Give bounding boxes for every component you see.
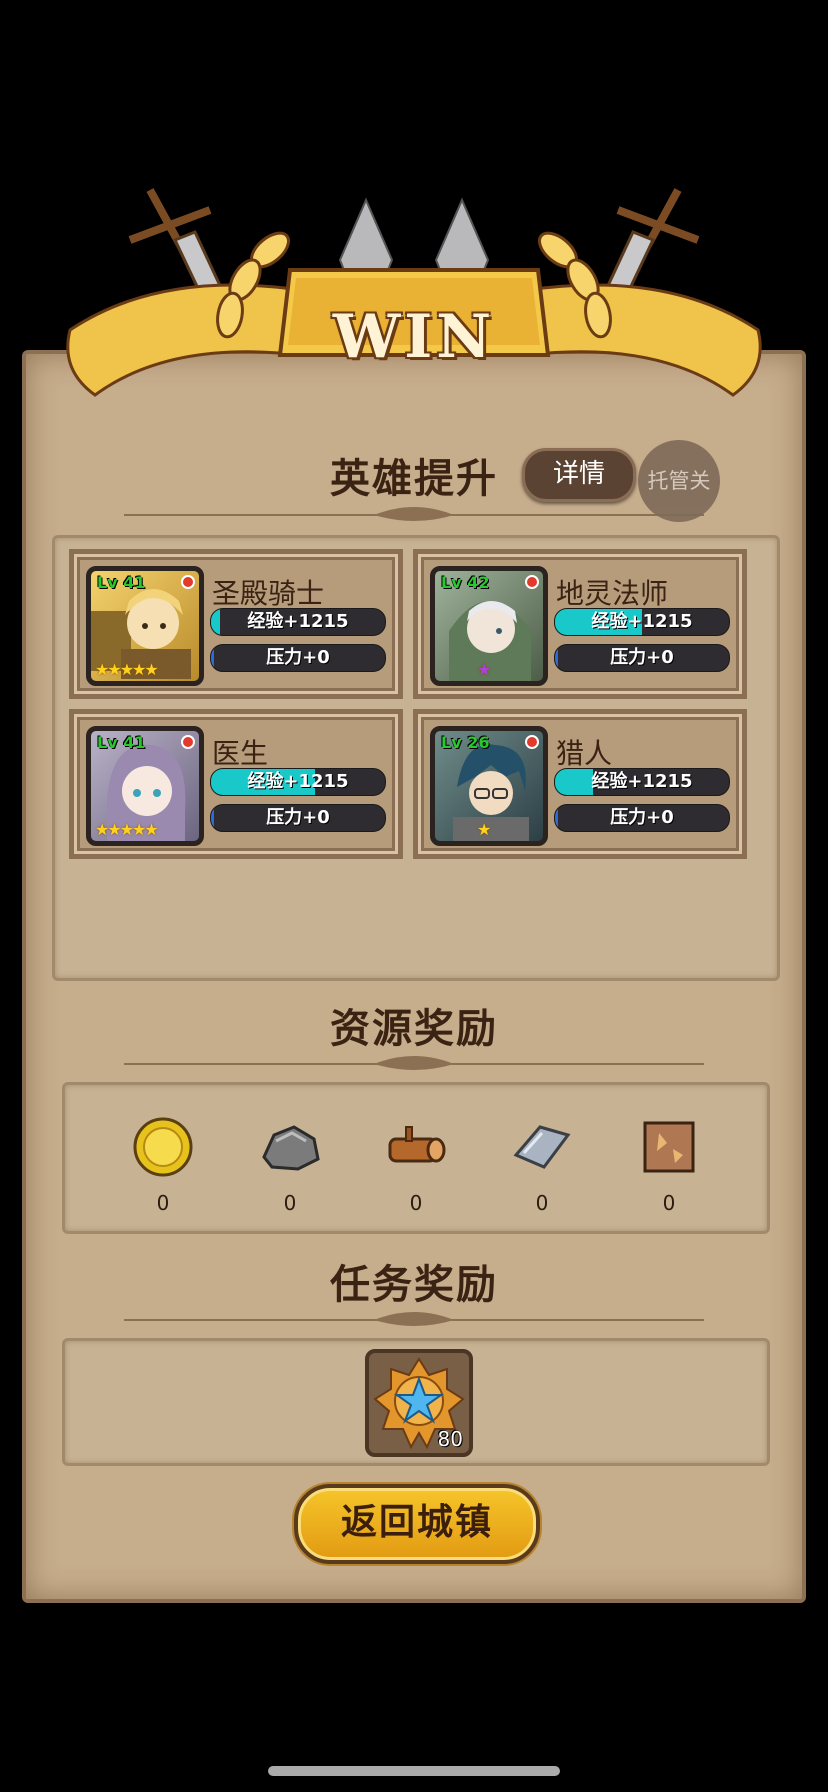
exp-text: 经验+1215 [591,771,693,792]
detail-button[interactable]: 详情 [522,448,636,502]
stress-bar: 压力+0 [554,644,730,672]
hero-stars: ★ [477,820,491,839]
notification-dot [181,735,195,749]
section-divider [124,1056,704,1070]
hero-portrait: Lv 41 ★★★★★ [86,726,204,846]
hero-level: Lv 41 [97,733,146,752]
resource-value: 0 [156,1191,170,1215]
hero-stars: ★★★★★ [95,820,159,839]
stress-text: 压力+0 [266,647,330,668]
section-divider [124,507,704,521]
exp-bar: 经验+1215 [554,768,730,796]
stress-text: 压力+0 [610,807,674,828]
resource-value: 0 [535,1191,549,1215]
stress-text: 压力+0 [266,807,330,828]
hero-stars: ★ [477,660,491,679]
hero-stars: ★★★★★ [95,660,159,679]
hero-name: 医生 [212,737,269,770]
task-reward-item[interactable]: 80 [365,1349,473,1457]
hero-level: Lv 41 [97,573,146,592]
iron-ingot-icon [513,1125,571,1169]
resource-item: 0 [123,1115,203,1215]
wood-log-icon [388,1126,446,1163]
hero-portrait: Lv 41 ★★★★★ [86,566,204,686]
hero-portrait: Lv 26 ★ [430,726,548,846]
task-reward-list: 80 [62,1338,770,1466]
notification-dot [181,575,195,589]
resource-item: 0 [629,1115,709,1215]
resource-value: 0 [283,1191,297,1215]
auto-battle-button[interactable]: 托管关 [638,440,720,522]
notification-dot [525,735,539,749]
resource-item: 0 [376,1115,456,1215]
resource-value: 0 [662,1191,676,1215]
hero-portrait: Lv 42 ★ [430,566,548,686]
win-title: WIN [332,302,496,372]
hero-level: Lv 26 [441,733,490,752]
hero-card-hunter[interactable]: Lv 26 ★ 猎人 经验+1215 压力+0 [413,709,747,859]
hero-card-geomancer[interactable]: Lv 42 ★ 地灵法师 经验+1215 压力+0 [413,549,747,699]
resource-section-title: 资源奖励 [330,1006,498,1052]
section-divider [124,1312,704,1326]
task-reward-quantity: 80 [437,1427,463,1451]
hero-list: Lv 41 ★★★★★ 圣殿骑士 经验+1215 压力+0 Lv 42 ★ 地灵… [52,535,780,981]
resource-item: 0 [502,1115,582,1215]
notification-dot [525,575,539,589]
stress-text: 压力+0 [610,647,674,668]
hero-card-templar[interactable]: Lv 41 ★★★★★ 圣殿骑士 经验+1215 压力+0 [69,549,403,699]
stone-icon [262,1125,320,1171]
exp-text: 经验+1215 [247,611,349,632]
resource-item: 0 [250,1115,330,1215]
return-to-town-button[interactable]: 返回城镇 [294,1484,540,1564]
exp-bar: 经验+1215 [554,608,730,636]
exp-text: 经验+1215 [591,611,693,632]
hero-name: 猎人 [556,737,613,770]
stress-bar: 压力+0 [554,804,730,832]
stress-bar: 压力+0 [210,644,386,672]
stress-bar: 压力+0 [210,804,386,832]
resource-value: 0 [409,1191,423,1215]
home-indicator[interactable] [268,1766,560,1776]
resource-reward-list: 0 0 0 0 0 [62,1082,770,1234]
task-section-title: 任务奖励 [330,1262,498,1308]
hero-name: 圣殿骑士 [212,577,325,610]
hero-level: Lv 42 [441,573,490,592]
exp-bar: 经验+1215 [210,768,386,796]
leather-icon [643,1121,695,1173]
hero-card-doctor[interactable]: Lv 41 ★★★★★ 医生 经验+1215 压力+0 [69,709,403,859]
gold-coin-icon [133,1117,193,1177]
hero-name: 地灵法师 [556,577,669,610]
exp-text: 经验+1215 [247,771,349,792]
exp-bar: 经验+1215 [210,608,386,636]
